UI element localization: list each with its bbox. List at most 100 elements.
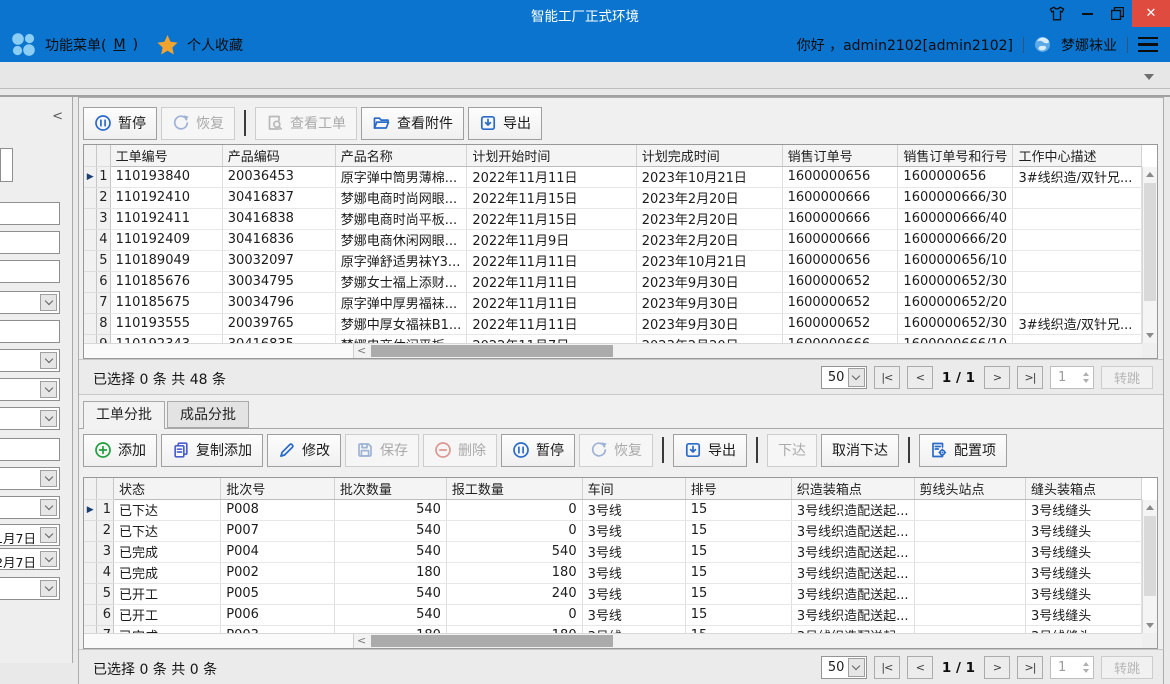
table-cell[interactable]: P003 <box>221 625 335 633</box>
column-header[interactable]: 计划完成时间 <box>636 145 782 166</box>
table-cell[interactable]: 2022年11月11日 <box>467 271 636 292</box>
table-cell[interactable]: 110185676 <box>110 271 222 292</box>
table-cell[interactable]: P004 <box>221 541 335 562</box>
table-cell[interactable]: 3号线缝头 <box>1025 541 1141 562</box>
copy-add-button[interactable]: 复制添加 <box>161 434 263 467</box>
release-button[interactable]: 下达 <box>767 434 817 467</box>
scrollbar-thumb[interactable] <box>1144 183 1156 301</box>
column-header[interactable]: 工作中心描述 <box>1013 145 1142 166</box>
table-cell[interactable]: 3#线织造/双针兄... <box>1013 313 1142 334</box>
table-row[interactable]: 611018567630034795梦娜女士福上添财...2022年11月11日… <box>84 271 1142 292</box>
table-cell[interactable]: 110192410 <box>110 187 222 208</box>
table-cell[interactable]: 已开工 <box>114 604 221 625</box>
table-cell[interactable]: 3号线缝头 <box>1025 625 1141 633</box>
table-cell[interactable]: 540 <box>334 520 446 541</box>
table-cell[interactable]: 2023年2月20日 <box>636 187 782 208</box>
table-cell[interactable]: 110192409 <box>110 229 222 250</box>
pause-button[interactable]: 暂停 <box>83 107 157 140</box>
menu-button-function-menu[interactable]: 功能菜单(M) <box>45 35 138 55</box>
table-cell[interactable] <box>1013 250 1142 271</box>
table-row[interactable]: 6已开工P00654003号线153号线织造配送起...3号线缝头 <box>84 604 1142 625</box>
table-row[interactable]: ▶111019384020036453原字弹中筒男薄棉...2022年11月11… <box>84 166 1142 187</box>
table-row[interactable]: ▶1已下达P00854003号线153号线织造配送起...3号线缝头 <box>84 499 1142 520</box>
menu-button-favorites[interactable]: 个人收藏 <box>187 35 243 55</box>
table-cell[interactable]: 540 <box>334 604 446 625</box>
filter-select[interactable] <box>0 577 60 600</box>
table-cell[interactable]: 原字弹中筒男薄棉... <box>335 166 467 187</box>
export-batch-button[interactable]: 导出 <box>673 434 747 467</box>
table-cell[interactable]: 已完成 <box>114 625 221 633</box>
scroll-down-icon[interactable] <box>1146 623 1154 628</box>
panel-dropdown-icon[interactable] <box>1144 74 1154 80</box>
table-cell[interactable]: 3号线缝头 <box>1025 520 1141 541</box>
table-cell[interactable]: 1600000666 <box>782 229 898 250</box>
table-cell[interactable]: 1600000666/10 <box>898 334 1013 343</box>
table-cell[interactable]: 2023年2月20日 <box>636 229 782 250</box>
table-cell[interactable]: 30034796 <box>222 292 335 313</box>
table-cell[interactable]: 梦娜电商时尚平板... <box>335 208 467 229</box>
table-cell[interactable]: 30416836 <box>222 229 335 250</box>
chevron-down-icon[interactable] <box>40 470 57 487</box>
table-cell[interactable]: 30416838 <box>222 208 335 229</box>
column-header[interactable]: 批次号 <box>221 478 335 499</box>
date-start-picker[interactable]: 1月7日 <box>0 524 60 546</box>
last-page-button[interactable]: >| <box>1017 366 1043 389</box>
prev-page-button[interactable]: < <box>907 366 933 389</box>
table-cell[interactable]: 15 <box>685 541 791 562</box>
first-page-button[interactable]: |< <box>874 656 900 679</box>
table-cell[interactable]: 2022年11月11日 <box>467 292 636 313</box>
scroll-up-icon[interactable] <box>1146 172 1154 177</box>
table-cell[interactable]: 1600000666/40 <box>898 208 1013 229</box>
table-cell[interactable]: 540 <box>334 583 446 604</box>
filter-input[interactable] <box>0 438 60 461</box>
table-cell[interactable]: 15 <box>685 499 791 520</box>
filter-select[interactable] <box>0 407 60 430</box>
config-button[interactable]: 配置项 <box>919 434 1007 467</box>
close-button[interactable]: ✕ <box>1132 0 1170 27</box>
scroll-up-icon[interactable] <box>1146 505 1154 510</box>
table-cell[interactable]: 3号线 <box>582 541 685 562</box>
table-cell[interactable]: 1600000652 <box>782 292 898 313</box>
page-jump-input[interactable]: 1 <box>1050 366 1094 389</box>
table-cell[interactable]: 110192411 <box>110 208 222 229</box>
table-cell[interactable] <box>914 604 1025 625</box>
collapse-sidebar-button[interactable]: < <box>52 109 63 124</box>
table-cell[interactable] <box>914 520 1025 541</box>
column-header[interactable]: 产品名称 <box>335 145 467 166</box>
column-header[interactable]: 报工数量 <box>446 478 582 499</box>
page-size-select[interactable]: 50 <box>821 366 867 389</box>
table-cell[interactable] <box>1013 271 1142 292</box>
date-end-picker[interactable]: 2月7日 <box>0 548 60 570</box>
table-cell[interactable]: 110189049 <box>110 250 222 271</box>
table-cell[interactable] <box>914 625 1025 633</box>
column-header[interactable]: 剪线头站点 <box>914 478 1025 499</box>
spin-up-icon[interactable] <box>1083 372 1089 376</box>
table-cell[interactable]: 2022年11月9日 <box>467 229 636 250</box>
table-cell[interactable]: 1600000666 <box>782 187 898 208</box>
table-cell[interactable]: 3号线 <box>582 604 685 625</box>
column-header[interactable]: 排号 <box>685 478 791 499</box>
cancel-release-button[interactable]: 取消下达 <box>821 434 899 467</box>
table-cell[interactable]: 原字弹中厚男福袜... <box>335 292 467 313</box>
table-cell[interactable]: 180 <box>446 625 582 633</box>
table-cell[interactable]: 15 <box>685 562 791 583</box>
filter-input[interactable] <box>0 320 60 343</box>
table-cell[interactable]: 180 <box>334 562 446 583</box>
table-cell[interactable]: 1600000666 <box>782 208 898 229</box>
chevron-down-icon[interactable] <box>40 499 57 516</box>
table-cell[interactable]: 3号线缝头 <box>1025 583 1141 604</box>
table-cell[interactable]: 0 <box>446 604 582 625</box>
page-size-select[interactable]: 50 <box>821 656 867 679</box>
chevron-down-icon[interactable] <box>40 410 57 427</box>
table-cell[interactable]: 2023年2月20日 <box>636 208 782 229</box>
table-cell[interactable]: 3号线缝头 <box>1025 499 1141 520</box>
scroll-left-icon[interactable]: < <box>357 634 366 648</box>
view-attachments-button[interactable]: 查看附件 <box>361 107 464 140</box>
restore-button[interactable] <box>1102 0 1132 27</box>
table-cell[interactable]: 3号线缝头 <box>1025 562 1141 583</box>
table-cell[interactable]: 2023年10月21日 <box>636 166 782 187</box>
theme-shirt-button[interactable] <box>1042 0 1072 27</box>
table-cell[interactable]: P008 <box>221 499 335 520</box>
table-cell[interactable]: 3号线织造配送起... <box>791 604 914 625</box>
tab-finished-product-batch[interactable]: 成品分批 <box>167 401 249 428</box>
